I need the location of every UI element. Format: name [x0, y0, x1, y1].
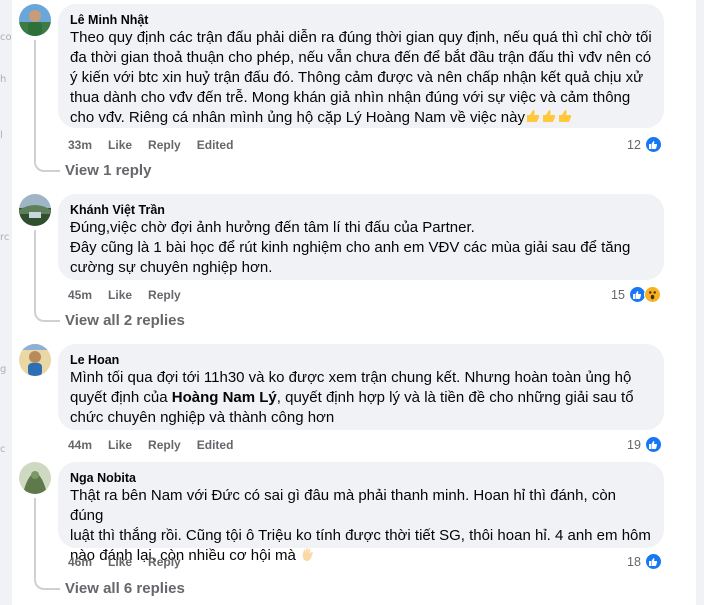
timestamp[interactable]: 44m — [68, 438, 92, 452]
comment-author[interactable]: Nga Nobita — [70, 470, 652, 486]
like-button[interactable]: Like — [108, 438, 132, 452]
thumbs-up-emoji-icon — [525, 109, 573, 126]
timestamp[interactable]: 33m — [68, 138, 92, 152]
left-strip-text: co — [0, 32, 12, 43]
reply-button[interactable]: Reply — [148, 438, 181, 452]
left-page-edge: co h l rc g c — [0, 0, 12, 605]
avatar[interactable] — [19, 344, 51, 376]
like-reaction-icon — [644, 553, 662, 570]
comment-text: Mình tối qua đợi tới 11h30 và ko được xe… — [70, 369, 634, 426]
like-reaction-icon — [644, 136, 662, 153]
thread-connector — [34, 308, 60, 322]
reaction-summary[interactable]: 18 — [627, 553, 662, 570]
thread-connector — [34, 576, 60, 590]
comment-bubble: Lê Minh Nhật Theo quy định các trận đấu … — [58, 4, 664, 128]
comment-actions: 46m Like Reply — [68, 555, 181, 569]
comment-actions: 33m Like Reply Edited — [68, 138, 233, 152]
left-strip-text: rc — [0, 232, 10, 243]
thread-connector — [34, 158, 60, 172]
left-strip-text: g — [0, 364, 7, 375]
comment-text: Thật ra bên Nam với Đức có sai gì đâu mà… — [70, 487, 651, 564]
comment-text: Đúng,việc chờ đợi ảnh hưởng đến tâm lí t… — [70, 219, 631, 276]
comment-bubble: Nga Nobita Thật ra bên Nam với Đức có sa… — [58, 462, 664, 564]
reaction-count: 12 — [627, 137, 641, 152]
comment-bubble: Khánh Việt Trần Đúng,việc chờ đợi ảnh hư… — [58, 194, 664, 280]
edited-label[interactable]: Edited — [197, 138, 234, 152]
reaction-summary[interactable]: 12 — [627, 136, 662, 153]
reply-button[interactable]: Reply — [148, 288, 181, 302]
avatar[interactable] — [19, 194, 51, 226]
reaction-summary[interactable]: 19 — [627, 436, 662, 453]
right-page-edge — [696, 0, 704, 605]
thread-line — [34, 230, 36, 308]
reaction-count: 18 — [627, 554, 641, 569]
reaction-summary[interactable]: 15 — [611, 286, 661, 303]
like-button[interactable]: Like — [108, 288, 132, 302]
reaction-count: 15 — [611, 287, 625, 302]
view-replies-link[interactable]: View all 6 replies — [65, 580, 185, 597]
mention-link[interactable]: Hoàng Nam Lý — [172, 389, 277, 406]
thread-line — [34, 498, 36, 576]
left-strip-text: c — [0, 444, 6, 455]
like-button[interactable]: Like — [108, 138, 132, 152]
waving-hand-emoji-icon — [300, 547, 316, 564]
wow-reaction-icon — [643, 286, 661, 303]
avatar[interactable] — [19, 462, 51, 494]
reply-button[interactable]: Reply — [148, 555, 181, 569]
comment-text: Theo quy định các trận đấu phải diễn ra … — [70, 29, 652, 126]
comment-author[interactable]: Le Hoan — [70, 352, 652, 368]
view-replies-link[interactable]: View 1 reply — [65, 162, 151, 179]
comment-actions: 45m Like Reply — [68, 288, 181, 302]
edited-label[interactable]: Edited — [197, 438, 234, 452]
left-strip-text: l — [0, 130, 3, 141]
comment-actions: 44m Like Reply Edited — [68, 438, 233, 452]
avatar[interactable] — [19, 4, 51, 36]
view-replies-link[interactable]: View all 2 replies — [65, 312, 185, 329]
left-strip-text: h — [0, 74, 7, 85]
timestamp[interactable]: 45m — [68, 288, 92, 302]
comment-bubble: Le Hoan Mình tối qua đợi tới 11h30 và ko… — [58, 344, 664, 430]
like-button[interactable]: Like — [108, 555, 132, 569]
thread-line — [34, 40, 36, 158]
reaction-count: 19 — [627, 437, 641, 452]
comment-author[interactable]: Lê Minh Nhật — [70, 12, 652, 28]
comment-author[interactable]: Khánh Việt Trần — [70, 202, 652, 218]
like-reaction-icon — [644, 436, 662, 453]
reply-button[interactable]: Reply — [148, 138, 181, 152]
timestamp[interactable]: 46m — [68, 555, 92, 569]
